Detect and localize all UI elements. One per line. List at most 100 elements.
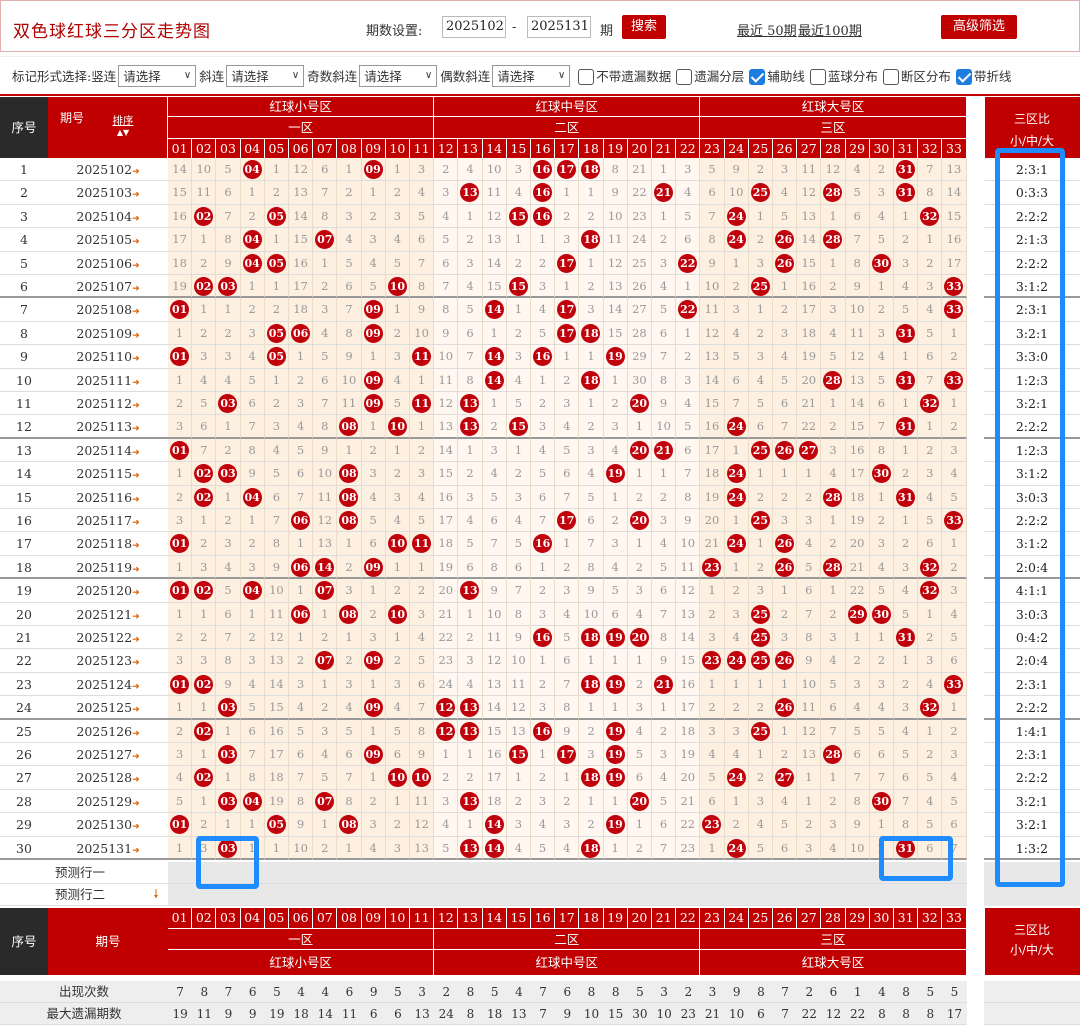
miss-count: 2 xyxy=(385,649,410,673)
miss-count: 1 xyxy=(748,204,773,229)
recent-50-link[interactable]: 最近 50期 xyxy=(737,20,797,39)
odd-diagonal-select[interactable]: 请选择 ∨ xyxy=(359,64,438,87)
row-period-text: 2025104 xyxy=(76,208,133,224)
row-period-text: 2025115 xyxy=(76,466,133,482)
row-ratio: 1:2:3 xyxy=(984,368,1080,392)
miss-count: 4 xyxy=(918,298,943,322)
stat-value: 9 xyxy=(555,1003,580,1025)
ball-32: 32 xyxy=(918,392,943,416)
miss-count: 22 xyxy=(797,415,822,439)
miss-count: 3 xyxy=(531,602,556,626)
number-footer-08: 08 xyxy=(337,908,362,928)
vertical-select[interactable]: 请选择 ∨ xyxy=(118,64,197,87)
arrow-right-icon: ➜ xyxy=(132,447,140,458)
miss-count: 11 xyxy=(313,485,338,509)
checkbox-3[interactable] xyxy=(809,69,826,86)
red-ball: 13 xyxy=(460,581,480,601)
red-ball: 25 xyxy=(750,511,770,530)
even-diagonal-select[interactable]: 请选择 ∨ xyxy=(492,64,571,87)
ball-31: 31 xyxy=(894,368,919,392)
ball-05: 05 xyxy=(264,251,289,275)
miss-count: 4 xyxy=(869,696,894,720)
miss-count: 7 xyxy=(918,158,943,182)
checkbox-5[interactable] xyxy=(955,69,972,86)
row-period: 2025111➜ xyxy=(48,368,168,392)
miss-count: 6 xyxy=(676,228,701,252)
miss-count: 10 xyxy=(652,415,677,439)
ball-25: 25 xyxy=(748,649,773,673)
period-to-input[interactable]: 2025131 xyxy=(527,16,591,38)
arrow-right-icon: ➜ xyxy=(132,635,140,645)
row-ratio: 3:1:2 xyxy=(984,275,1080,299)
miss-count: 1 xyxy=(192,696,217,720)
row-seq: 29 xyxy=(0,813,48,837)
miss-count: 2 xyxy=(942,719,967,743)
chevron-down-icon: ∨ xyxy=(291,70,300,81)
ball-28: 28 xyxy=(821,368,846,392)
miss-count: 1 xyxy=(385,555,410,580)
ball-25: 25 xyxy=(748,509,773,533)
miss-count: 1 xyxy=(918,415,943,439)
checkbox-1[interactable] xyxy=(676,69,693,86)
predict-row-area[interactable] xyxy=(168,884,967,906)
miss-count: 17 xyxy=(942,251,967,275)
ball-13: 13 xyxy=(458,181,483,205)
miss-count: 5 xyxy=(918,766,943,790)
miss-count: 6 xyxy=(869,392,894,416)
miss-count: 2 xyxy=(168,485,193,509)
miss-count: 13 xyxy=(942,158,967,182)
number-header-20: 20 xyxy=(627,138,652,158)
miss-count: 11 xyxy=(506,672,531,697)
red-ball: 31 xyxy=(896,628,916,647)
miss-count: 22 xyxy=(845,579,870,603)
miss-count: 13 xyxy=(434,415,459,439)
miss-count: 4 xyxy=(821,836,846,860)
checkbox-2[interactable] xyxy=(749,69,766,86)
miss-count: 17 xyxy=(845,462,870,486)
miss-count: 4 xyxy=(410,181,435,205)
miss-count: 19 xyxy=(700,485,725,509)
miss-count: 6 xyxy=(797,579,822,603)
red-ball: 15 xyxy=(508,277,528,296)
miss-count: 5 xyxy=(652,789,677,814)
miss-count: 13 xyxy=(482,228,507,252)
ball-19: 19 xyxy=(603,462,628,486)
stat-value: 3 xyxy=(652,981,677,1003)
ball-21: 21 xyxy=(652,181,677,205)
miss-count: 18 xyxy=(700,462,725,486)
diagonal-select[interactable]: 请选择 ∨ xyxy=(226,64,305,87)
miss-count: 1 xyxy=(216,719,241,743)
row-seq: 21 xyxy=(0,626,48,650)
row-seq: 8 xyxy=(0,321,48,346)
miss-count: 5 xyxy=(385,251,410,275)
miss-count: 4 xyxy=(676,181,701,205)
red-ball: 18 xyxy=(581,838,601,858)
checkbox-4[interactable] xyxy=(882,69,899,86)
red-ball: 17 xyxy=(557,300,577,320)
period-from-input[interactable]: 2025102 xyxy=(442,16,506,38)
miss-count: 5 xyxy=(385,392,410,416)
miss-count: 3 xyxy=(627,579,652,603)
ball-20: 20 xyxy=(627,438,652,463)
miss-count: 1 xyxy=(289,532,314,556)
miss-count: 1 xyxy=(337,438,362,463)
miss-count: 2 xyxy=(531,251,556,275)
miss-count: 2 xyxy=(337,181,362,205)
red-ball: 20 xyxy=(629,440,649,460)
miss-count: 3 xyxy=(361,813,386,837)
miss-count: 4 xyxy=(676,392,701,416)
advanced-filter-button[interactable]: 高级筛选 xyxy=(941,15,1017,39)
miss-count: 2 xyxy=(748,696,773,720)
miss-count: 1 xyxy=(216,766,241,790)
miss-count: 1 xyxy=(869,813,894,837)
miss-count: 1 xyxy=(676,275,701,299)
predict-row-area[interactable] xyxy=(168,862,967,884)
checkbox-0[interactable] xyxy=(578,69,595,86)
miss-count: 1 xyxy=(240,509,265,533)
search-button[interactable]: 搜索 xyxy=(622,15,666,39)
miss-count: 7 xyxy=(797,602,822,626)
number-footer-10: 10 xyxy=(385,908,410,928)
recent-100-link[interactable]: 最近100期 xyxy=(798,20,862,39)
miss-count: 6 xyxy=(555,462,580,486)
miss-count: 11 xyxy=(700,298,725,322)
